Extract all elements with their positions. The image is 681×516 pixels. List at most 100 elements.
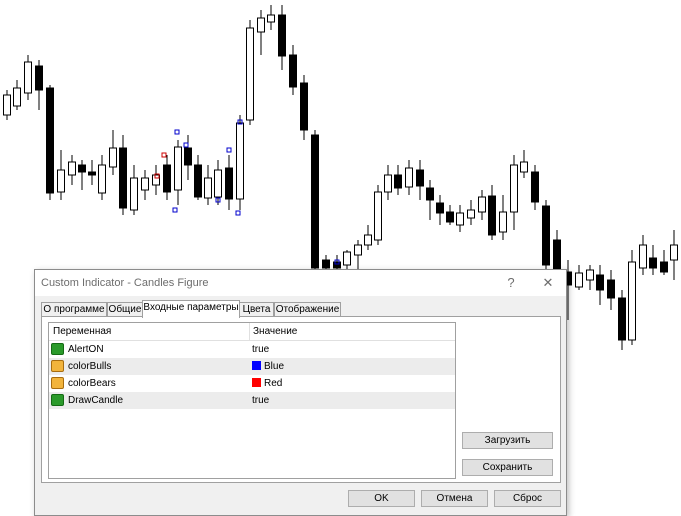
pattern-marker [226,147,232,153]
param-value[interactable]: true [252,395,269,406]
tab-inputs[interactable]: Входные параметры [142,300,240,318]
candlestick [13,80,21,110]
candlestick [109,130,117,175]
candlestick [628,250,636,345]
candle-body [300,82,308,131]
param-value-color[interactable]: Blue [252,361,284,372]
save-button[interactable]: Сохранить [462,459,553,476]
candlestick [649,245,657,275]
candlestick [289,45,297,95]
candle-body [426,187,434,201]
candlestick [24,55,32,100]
candlestick [119,135,127,215]
tab-about[interactable]: О программе [41,302,107,317]
candlestick [374,185,382,245]
candlestick [3,90,11,120]
candlestick [586,265,594,290]
candle-body [354,244,362,256]
candle-body [194,164,202,198]
candle-body [384,174,392,193]
candlestick [510,155,518,230]
table-header: Переменная Значение [49,323,455,341]
candle-body [478,196,486,213]
candlestick [394,165,402,195]
color-swatch [252,378,261,387]
tab-visualization[interactable]: Отображение [274,302,341,317]
candlestick [607,270,615,310]
candlestick [194,155,202,200]
candle-body [520,161,528,173]
parameters-table: Переменная Значение AlertON true colorBu… [48,322,456,479]
param-value[interactable]: true [252,344,269,355]
table-row[interactable]: DrawCandle true [49,392,455,409]
load-button[interactable]: Загрузить [462,432,553,449]
dialog-titlebar[interactable]: Custom Indicator - Candles Figure ? ✕ [35,270,566,296]
candle-body [322,259,330,269]
candlestick [130,165,138,215]
reset-button[interactable]: Сброс [494,490,561,507]
candle-body [618,297,626,341]
column-header-value[interactable]: Значение [253,326,297,337]
candle-body [436,202,444,214]
pattern-marker [172,207,178,213]
candlestick [267,5,275,30]
param-name: colorBears [68,378,116,389]
candlestick [236,115,244,210]
candlestick [98,155,106,200]
dialog-title: Custom Indicator - Candles Figure [41,277,209,289]
candle-body [446,211,454,223]
candlestick [311,130,319,270]
tab-common[interactable]: Общие [107,302,143,317]
color-value-label: Blue [264,361,285,372]
candle-body [3,94,11,116]
close-icon[interactable]: ✕ [539,274,557,292]
candle-body [596,274,604,291]
param-value-color[interactable]: Red [252,378,282,389]
tab-colors[interactable]: Цвета [239,302,274,317]
candle-body [163,164,171,193]
column-divider[interactable] [249,323,250,340]
boolean-param-icon [51,394,64,406]
candle-body [246,27,254,121]
inputs-panel: Переменная Значение AlertON true colorBu… [41,316,561,483]
pattern-marker [235,210,241,216]
candle-body [670,244,678,261]
help-icon[interactable]: ? [502,274,520,292]
candlestick [488,185,496,240]
candle-body [416,169,424,187]
param-name: colorBulls [68,361,112,372]
candle-body [278,14,286,57]
candle-body [46,87,54,194]
candle-body [257,17,265,33]
candlestick [35,60,43,110]
table-row[interactable]: AlertON true [49,341,455,358]
candle-body [236,122,244,200]
candlestick [436,195,444,225]
boolean-param-icon [51,343,64,355]
candlestick [446,205,454,225]
candlestick [78,160,86,190]
candlestick [426,180,434,220]
candlestick [639,235,647,275]
candle-body [531,171,539,203]
candle-body [660,261,668,273]
candle-body [586,269,594,281]
candle-body [24,61,32,94]
cancel-button[interactable]: Отмена [421,490,488,507]
candle-body [35,65,43,91]
table-row[interactable]: colorBears Red [49,375,455,392]
pattern-marker [161,152,167,158]
candlestick [575,265,583,290]
table-row[interactable]: colorBulls Blue [49,358,455,375]
candlestick [364,225,372,250]
param-name: DrawCandle [68,395,124,406]
candlestick [174,140,182,205]
column-header-variable[interactable]: Переменная [53,326,111,337]
candle-body [152,174,160,186]
candle-body [639,244,647,269]
candle-body [456,212,464,226]
ok-button[interactable]: OK [348,490,415,507]
candle-body [98,164,106,194]
candle-body [88,171,96,176]
candlestick [416,160,424,200]
